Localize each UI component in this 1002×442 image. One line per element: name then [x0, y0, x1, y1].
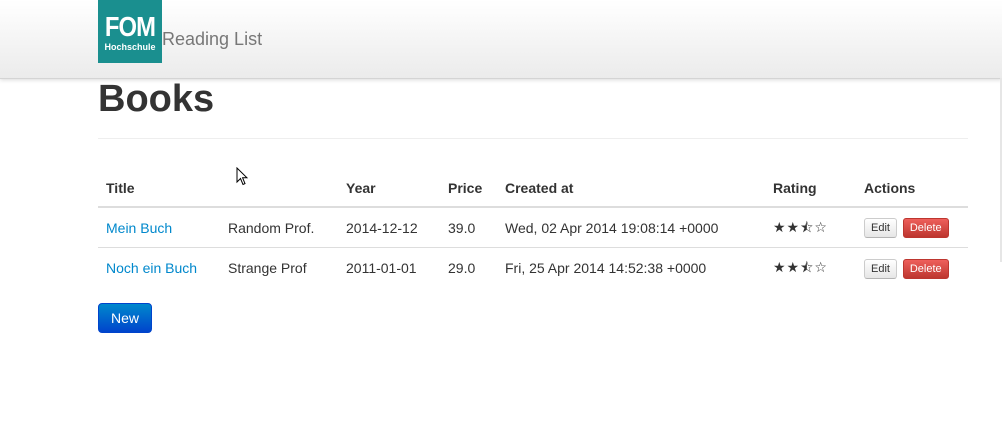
brand-link[interactable]: Reading List [162, 29, 262, 49]
cell-year: 2014-12-12 [338, 207, 440, 249]
title-divider [98, 138, 968, 139]
table-row: Mein Buch Random Prof. 2014-12-12 39.0 W… [98, 207, 968, 249]
delete-button[interactable]: Delete [902, 218, 949, 239]
page-title: Books [98, 78, 215, 120]
edit-button[interactable]: Edit [864, 218, 897, 239]
logo-sub-text: Hochschule [104, 42, 156, 52]
cell-price: 29.0 [448, 259, 476, 276]
fom-logo[interactable]: FOM Hochschule [98, 0, 162, 63]
rating-stars-icon: ★★⯪☆ [773, 260, 828, 277]
header-actions: Actions [856, 168, 968, 208]
edit-button[interactable]: Edit [864, 258, 897, 279]
book-title-link[interactable]: Mein Buch [106, 220, 172, 236]
cell-author: Strange Prof [228, 259, 307, 276]
new-book-button[interactable]: New [98, 303, 152, 333]
cell-title: Noch ein Buch [98, 248, 220, 288]
cell-actions: Edit Delete [856, 207, 968, 249]
header-title: Title [98, 168, 220, 208]
header-created-at: Created at [497, 168, 765, 208]
cell-rating: ★★⯪☆ [765, 248, 856, 288]
cell-actions: Edit Delete [856, 248, 968, 288]
books-table: Title Year Price Created at Rating Actio… [98, 168, 968, 288]
header-price: Price [440, 168, 497, 208]
navbar: FOM Hochschule Reading List [0, 0, 1002, 79]
cell-created-at: Wed, 02 Apr 2014 19:08:14 +0000 [497, 207, 765, 249]
cell-author: Random Prof. [220, 207, 338, 249]
cell-price: 39.0 [440, 207, 497, 249]
table-header-row: Title Year Price Created at Rating Actio… [98, 168, 968, 208]
delete-button[interactable]: Delete [902, 258, 949, 279]
cell-created-at: Fri, 25 Apr 2014 14:52:38 +0000 [505, 259, 707, 276]
table-row: Noch ein Buch Strange Prof 2011-01-01 29… [98, 248, 968, 288]
cell-title: Mein Buch [98, 207, 220, 249]
rating-stars-icon: ★★⯪☆ [773, 220, 828, 237]
mouse-cursor-icon [236, 167, 248, 186]
book-title-link[interactable]: Noch ein Buch [106, 260, 197, 276]
logo-main-text: FOM [104, 11, 156, 42]
header-rating: Rating [765, 168, 856, 208]
cell-rating: ★★⯪☆ [765, 207, 856, 249]
cell-year: 2011-01-01 [346, 259, 417, 276]
header-year: Year [338, 168, 440, 208]
